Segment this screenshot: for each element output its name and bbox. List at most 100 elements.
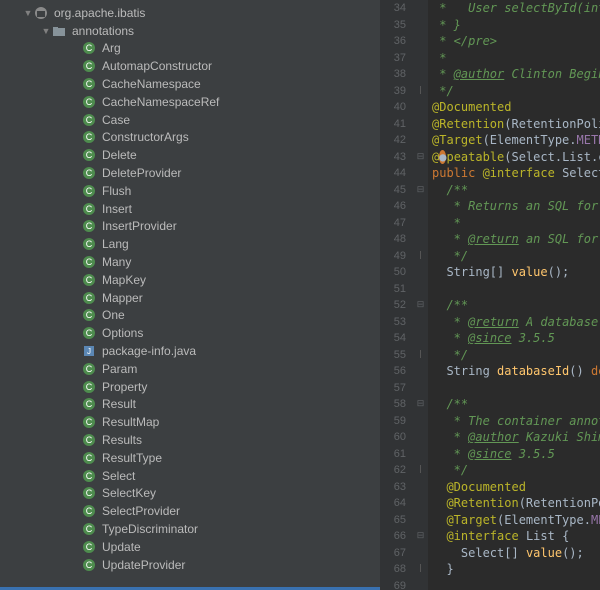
tree-item-updateprovider[interactable]: CUpdateProvider bbox=[0, 556, 380, 574]
code-line[interactable]: @●peatable(Select.List.cla bbox=[432, 149, 600, 166]
svg-text:C: C bbox=[86, 97, 93, 107]
fold-mark-icon[interactable] bbox=[420, 564, 421, 572]
code-line[interactable]: * @since 3.5.5 bbox=[432, 446, 600, 463]
tree-item-automapconstructor[interactable]: CAutomapConstructor bbox=[0, 57, 380, 75]
code-line[interactable]: * @since 3.5.5 bbox=[432, 330, 600, 347]
fold-mark-icon[interactable]: ⊟ bbox=[416, 300, 425, 309]
code-line[interactable]: /** bbox=[432, 297, 600, 314]
tree-item-delete[interactable]: CDelete bbox=[0, 146, 380, 164]
tree-package-root[interactable]: ▼org.apache.ibatis bbox=[0, 4, 380, 22]
class-icon: C bbox=[82, 540, 96, 554]
tree-item-label: Result bbox=[102, 397, 136, 411]
code-area[interactable]: * User selectById(int id * } * </pre> * … bbox=[428, 0, 600, 590]
fold-mark-icon[interactable]: ⊟ bbox=[416, 185, 425, 194]
line-number: 42 bbox=[384, 132, 406, 149]
fold-mark-icon[interactable]: ⊟ bbox=[416, 531, 425, 540]
fold-mark-icon[interactable] bbox=[420, 251, 421, 259]
fold-mark-icon[interactable] bbox=[420, 350, 421, 358]
tree-item-property[interactable]: CProperty bbox=[0, 378, 380, 396]
tree-item-case[interactable]: CCase bbox=[0, 111, 380, 129]
tree-item-typediscriminator[interactable]: CTypeDiscriminator bbox=[0, 520, 380, 538]
code-line[interactable] bbox=[432, 578, 600, 590]
code-line[interactable]: */ bbox=[432, 347, 600, 364]
folder-icon bbox=[52, 24, 66, 38]
tree-item-package-info-java[interactable]: Jpackage-info.java bbox=[0, 342, 380, 360]
tree-item-selectprovider[interactable]: CSelectProvider bbox=[0, 502, 380, 520]
code-line[interactable]: @Target(ElementType.METHOD) bbox=[432, 132, 600, 149]
tree-item-label: Arg bbox=[102, 41, 121, 55]
code-line[interactable]: * The container annotati bbox=[432, 413, 600, 430]
code-line[interactable]: * </pre> bbox=[432, 33, 600, 50]
svg-text:C: C bbox=[86, 310, 93, 320]
tree-item-update[interactable]: CUpdate bbox=[0, 538, 380, 556]
tree-item-insertprovider[interactable]: CInsertProvider bbox=[0, 218, 380, 236]
svg-text:C: C bbox=[86, 79, 93, 89]
fold-mark-icon[interactable]: ⊟ bbox=[416, 152, 425, 161]
line-number: 38 bbox=[384, 66, 406, 83]
code-line[interactable]: * User selectById(int id bbox=[432, 0, 600, 17]
tree-item-one[interactable]: COne bbox=[0, 307, 380, 325]
code-line[interactable]: @Documented bbox=[432, 479, 600, 496]
tree-item-param[interactable]: CParam bbox=[0, 360, 380, 378]
code-line[interactable]: * @author Clinton Begin bbox=[432, 66, 600, 83]
svg-text:C: C bbox=[86, 382, 93, 392]
tree-item-mapkey[interactable]: CMapKey bbox=[0, 271, 380, 289]
code-line[interactable]: */ bbox=[432, 83, 600, 100]
code-line[interactable]: */ bbox=[432, 462, 600, 479]
pkg-icon bbox=[34, 6, 48, 20]
tree-item-deleteprovider[interactable]: CDeleteProvider bbox=[0, 164, 380, 182]
tree-item-label: CacheNamespaceRef bbox=[102, 95, 219, 109]
tree-item-selectkey[interactable]: CSelectKey bbox=[0, 485, 380, 503]
tree-item-arg[interactable]: CArg bbox=[0, 40, 380, 58]
line-number: 50 bbox=[384, 264, 406, 281]
svg-text:C: C bbox=[86, 150, 93, 160]
code-line[interactable]: * @return an SQL for ret bbox=[432, 231, 600, 248]
code-line[interactable]: Select[] value(); bbox=[432, 545, 600, 562]
code-line[interactable]: /** bbox=[432, 182, 600, 199]
code-line[interactable]: String databaseId() defaul bbox=[432, 363, 600, 380]
tree-item-results[interactable]: CResults bbox=[0, 431, 380, 449]
code-line[interactable]: * Returns an SQL for ret bbox=[432, 198, 600, 215]
fold-mark-icon[interactable] bbox=[420, 465, 421, 473]
tree-item-lang[interactable]: CLang bbox=[0, 235, 380, 253]
code-line[interactable]: } bbox=[432, 561, 600, 578]
tree-folder-annotations[interactable]: ▼annotations bbox=[0, 22, 380, 40]
tree-item-resultmap[interactable]: CResultMap bbox=[0, 413, 380, 431]
code-line[interactable]: * @return A database id bbox=[432, 314, 600, 331]
code-line[interactable]: @Documented bbox=[432, 99, 600, 116]
code-line[interactable] bbox=[432, 380, 600, 397]
code-editor[interactable]: 3435363738394041424344454647484950515253… bbox=[380, 0, 600, 590]
line-number: 44 bbox=[384, 165, 406, 182]
fold-mark-icon[interactable] bbox=[420, 86, 421, 94]
line-number: 43 bbox=[384, 149, 406, 166]
code-line[interactable]: * @author Kazuki Shimizu bbox=[432, 429, 600, 446]
tree-item-insert[interactable]: CInsert bbox=[0, 200, 380, 218]
tree-item-result[interactable]: CResult bbox=[0, 396, 380, 414]
tree-item-resulttype[interactable]: CResultType bbox=[0, 449, 380, 467]
code-line[interactable]: @Retention(RetentionPolicy. bbox=[432, 116, 600, 133]
code-line[interactable]: @interface List { bbox=[432, 528, 600, 545]
tree-item-cachenamespaceref[interactable]: C CacheNamespaceRef bbox=[0, 93, 380, 111]
tree-item-constructorargs[interactable]: CConstructorArgs bbox=[0, 129, 380, 147]
code-line[interactable]: * bbox=[432, 50, 600, 67]
code-line[interactable]: /** bbox=[432, 396, 600, 413]
project-tree[interactable]: ▼org.apache.ibatis▼annotationsCArgCAutom… bbox=[0, 0, 380, 590]
tree-item-options[interactable]: COptions bbox=[0, 324, 380, 342]
tree-item-cachenamespace[interactable]: CCacheNamespace bbox=[0, 75, 380, 93]
code-line[interactable] bbox=[432, 281, 600, 298]
code-line[interactable]: @Target(ElementType.METHO bbox=[432, 512, 600, 529]
fold-mark-icon[interactable]: ⊟ bbox=[416, 399, 425, 408]
code-line[interactable]: * bbox=[432, 215, 600, 232]
code-line[interactable]: String[] value(); bbox=[432, 264, 600, 281]
tree-item-many[interactable]: CMany bbox=[0, 253, 380, 271]
code-line[interactable]: */ bbox=[432, 248, 600, 265]
code-line[interactable]: @Retention(RetentionPolic bbox=[432, 495, 600, 512]
line-number: 49 bbox=[384, 248, 406, 265]
code-line[interactable]: * } bbox=[432, 17, 600, 34]
fold-gutter[interactable]: ⊟ ⊟ ⊟ ⊟ ⊟ bbox=[414, 0, 428, 590]
tree-item-mapper[interactable]: CMapper bbox=[0, 289, 380, 307]
tree-item-flush[interactable]: CFlush bbox=[0, 182, 380, 200]
code-line[interactable]: public @interface Select { bbox=[432, 165, 600, 182]
tree-item-select[interactable]: CSelect bbox=[0, 467, 380, 485]
tree-item-label: Flush bbox=[102, 184, 131, 198]
